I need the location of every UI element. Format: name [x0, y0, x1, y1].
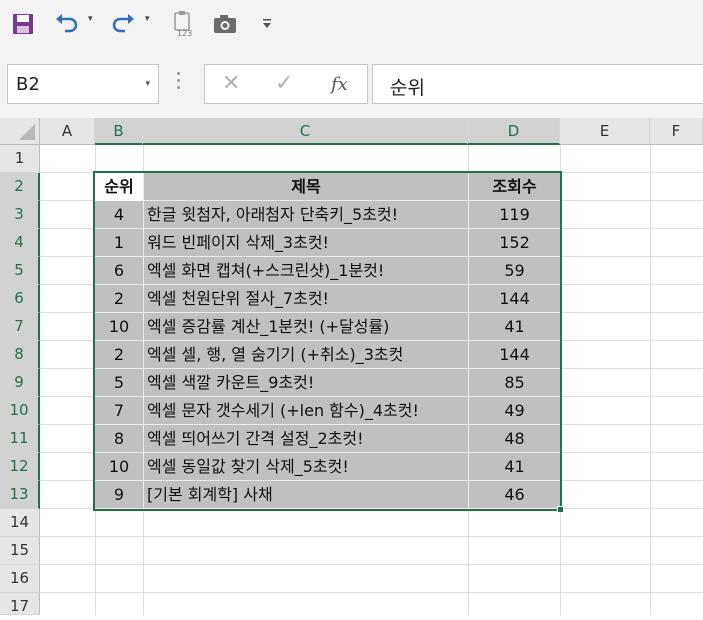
undo-icon[interactable] — [54, 11, 80, 37]
row-header[interactable]: 6 — [0, 285, 40, 313]
table-cell-views[interactable]: 144 — [468, 341, 560, 369]
table-cell-views[interactable]: 144 — [468, 285, 560, 313]
table-cell-rank[interactable]: 2 — [95, 285, 143, 313]
save-icon[interactable] — [11, 11, 35, 37]
formula-buttons: ✕ ✓ fx — [204, 64, 368, 104]
redo-dropdown-icon[interactable]: ▾ — [145, 14, 150, 24]
table-cell-rank[interactable]: 2 — [95, 341, 143, 369]
quick-access-toolbar: ▾ ▾ 123 — [0, 0, 703, 50]
table-cell-title[interactable]: 엑셀 증감률 계산_1분컷! (+달성률) — [143, 313, 468, 341]
select-all-corner[interactable] — [0, 118, 40, 145]
table-cell-rank[interactable]: 6 — [95, 257, 143, 285]
table-cell-views[interactable]: 59 — [468, 257, 560, 285]
table-cell-title[interactable]: 엑셀 동일값 찾기 삭제_5초컷! — [143, 453, 468, 481]
row-header[interactable]: 5 — [0, 257, 40, 285]
row-header[interactable]: 3 — [0, 201, 40, 229]
row-header[interactable]: 9 — [0, 369, 40, 397]
camera-icon[interactable] — [212, 11, 238, 37]
header-cell-rank[interactable]: 순위 — [95, 173, 143, 201]
table-cell-title[interactable]: 엑셀 천원단위 절사_7초컷! — [143, 285, 468, 313]
table-cell-rank[interactable]: 4 — [95, 201, 143, 229]
table-cell-views[interactable]: 48 — [468, 425, 560, 453]
table-cell-rank[interactable]: 7 — [95, 397, 143, 425]
table-cell-views[interactable]: 41 — [468, 313, 560, 341]
column-header-d[interactable]: D — [468, 118, 560, 145]
table-cell-title[interactable]: [기본 회계학] 사채 — [143, 481, 468, 509]
table-cell-rank[interactable]: 8 — [95, 425, 143, 453]
header-cell-views[interactable]: 조회수 — [468, 173, 560, 201]
formula-bar-area: B2 ▾ ✕ ✓ fx 순위 — [0, 50, 703, 118]
undo-dropdown-icon[interactable]: ▾ — [88, 14, 93, 24]
grid-line — [560, 145, 561, 615]
cancel-icon[interactable]: ✕ — [222, 71, 240, 96]
redo-icon[interactable] — [110, 11, 136, 37]
row-header[interactable]: 1 — [0, 145, 40, 173]
formula-value: 순위 — [390, 77, 425, 99]
header-cell-title[interactable]: 제목 — [143, 173, 468, 201]
resize-handle-icon[interactable] — [177, 72, 181, 93]
row-header[interactable]: 8 — [0, 341, 40, 369]
grid-line — [650, 145, 651, 615]
table-cell-title[interactable]: 엑셀 띄어쓰기 간격 설정_2초컷! — [143, 425, 468, 453]
row-header[interactable]: 17 — [0, 593, 40, 615]
table-cell-views[interactable]: 49 — [468, 397, 560, 425]
table-cell-views[interactable]: 152 — [468, 229, 560, 257]
table-cell-rank[interactable]: 5 — [95, 369, 143, 397]
row-header[interactable]: 11 — [0, 425, 40, 453]
table-cell-rank[interactable]: 9 — [95, 481, 143, 509]
table-cell-title[interactable]: 한글 윗첨자, 아래첨자 단축키_5초컷! — [143, 201, 468, 229]
row-header[interactable]: 14 — [0, 509, 40, 537]
row-header[interactable]: 7 — [0, 313, 40, 341]
row-header[interactable]: 15 — [0, 537, 40, 565]
paste-badge: 123 — [177, 29, 192, 37]
insert-function-icon[interactable]: fx — [331, 74, 348, 95]
column-header-b[interactable]: B — [95, 118, 143, 145]
column-header-f[interactable]: F — [650, 118, 703, 145]
table-cell-views[interactable]: 119 — [468, 201, 560, 229]
row-header[interactable]: 13 — [0, 481, 40, 509]
column-header-c[interactable]: C — [143, 118, 468, 145]
table-cell-views[interactable]: 46 — [468, 481, 560, 509]
row-header[interactable]: 2 — [0, 173, 40, 201]
table-cell-title[interactable]: 엑셀 셀, 행, 열 숨기기 (+취소)_3초컷 — [143, 341, 468, 369]
row-header[interactable]: 12 — [0, 453, 40, 481]
table-cell-title[interactable]: 워드 빈페이지 삭제_3초컷! — [143, 229, 468, 257]
paste-values-icon[interactable]: 123 — [170, 11, 196, 37]
table-cell-views[interactable]: 41 — [468, 453, 560, 481]
table-cell-title[interactable]: 엑셀 문자 갯수세기 (+len 함수)_4초컷! — [143, 397, 468, 425]
table-cell-title[interactable]: 엑셀 색깔 카운트_9초컷! — [143, 369, 468, 397]
row-header[interactable]: 10 — [0, 397, 40, 425]
name-box[interactable]: B2 ▾ — [7, 64, 159, 104]
row-header[interactable]: 16 — [0, 565, 40, 593]
name-box-value: B2 — [16, 74, 40, 95]
table-cell-rank[interactable]: 10 — [95, 453, 143, 481]
customize-icon[interactable] — [260, 11, 274, 37]
fill-handle[interactable] — [557, 506, 564, 513]
table-cell-views[interactable]: 85 — [468, 369, 560, 397]
chevron-down-icon[interactable]: ▾ — [145, 79, 150, 89]
column-header-e[interactable]: E — [560, 118, 650, 145]
formula-input[interactable]: 순위 — [372, 64, 703, 104]
table-cell-title[interactable]: 엑셀 화면 캡쳐(+스크린샷)_1분컷! — [143, 257, 468, 285]
table-cell-rank[interactable]: 10 — [95, 313, 143, 341]
enter-check-icon[interactable]: ✓ — [275, 71, 293, 96]
row-header[interactable]: 4 — [0, 229, 40, 257]
column-header-a[interactable]: A — [40, 118, 95, 145]
table-cell-rank[interactable]: 1 — [95, 229, 143, 257]
